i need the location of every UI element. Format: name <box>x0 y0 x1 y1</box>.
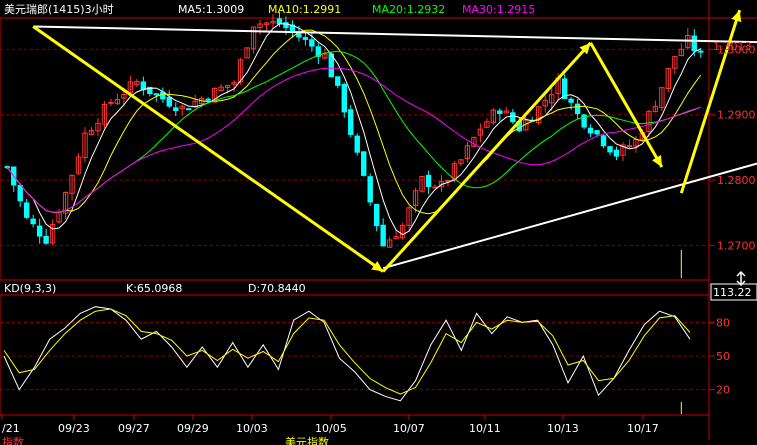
price-tick-label: 1.2800 <box>717 174 756 187</box>
candle-body <box>309 39 315 47</box>
kd-lines <box>3 306 691 414</box>
axis-readout-value: 113.22 <box>713 286 752 299</box>
x-axis-label: 10/13 <box>547 422 579 435</box>
candle-body <box>691 35 697 52</box>
ma30-label: MA30:1.2915 <box>462 3 535 16</box>
x-axis-label: 09/23 <box>58 422 90 435</box>
candle-body <box>153 93 160 96</box>
candle-body <box>361 151 367 176</box>
kd-axis-ticks: 20 50 80 <box>709 316 730 397</box>
candle-body <box>173 107 179 112</box>
price-tick-label: 1.2900 <box>717 109 756 122</box>
kd-k-value: K:65.0968 <box>126 282 182 295</box>
x-axis-label: 10/17 <box>627 422 659 435</box>
candle-body <box>600 135 607 147</box>
footer-dollar-index-label: 美元指数 <box>285 435 329 445</box>
kd-panel <box>0 294 710 416</box>
price-tick-label: 1.2700 <box>717 239 756 252</box>
x-axis-label: /21 <box>2 422 20 435</box>
candle-body <box>587 127 594 134</box>
wave-arrow-head-icon <box>371 261 384 272</box>
x-axis-label: 10/11 <box>469 422 501 435</box>
candle-body <box>341 84 347 113</box>
footer-index-label: 指数 <box>2 435 24 445</box>
crosshair-cursor-icon <box>736 270 746 287</box>
x-axis-labels: /21 09/23 09/27 09/29 10/03 10/05 10/07 10/11 10… <box>1 415 659 435</box>
candle-body <box>108 101 114 104</box>
candle-body <box>348 109 354 135</box>
kd-d-value: D:70.8440 <box>248 282 306 295</box>
candlestick-series <box>4 11 704 248</box>
price-tick-label: 1.3000 <box>717 43 756 56</box>
candle-body <box>607 146 613 153</box>
candle-body <box>613 149 620 157</box>
candle-body <box>425 174 432 188</box>
candle-body <box>574 103 581 115</box>
ma10-label: MA10:1.2991 <box>268 3 341 16</box>
ma5-label: MA5:1.3009 <box>178 3 244 16</box>
chart-canvas: 美元瑞郎(1415)3小时 MA5:1.3009 MA10:1.2991 MA2… <box>0 0 757 445</box>
candle-body <box>36 225 43 237</box>
kd-tick-label: 20 <box>716 384 730 397</box>
axis-readout: 113.22 <box>710 283 757 301</box>
candle-body <box>698 50 704 53</box>
resistance-trendline <box>33 25 757 44</box>
wave-arrow-head-icon <box>731 10 742 23</box>
candle-body <box>302 37 309 40</box>
x-axis-label: 10/07 <box>393 422 425 435</box>
symbol-title: 美元瑞郎(1415)3小时 <box>4 2 114 16</box>
trend-lines <box>32 9 757 278</box>
kd-title: KD(9,3,3) <box>4 282 56 295</box>
candle-body <box>380 224 386 247</box>
candle-body <box>23 202 30 218</box>
candle-body <box>166 96 172 107</box>
kd-tick-label: 50 <box>716 350 730 363</box>
candle-body <box>43 235 49 244</box>
candle-body <box>594 130 600 135</box>
ma20-label: MA20:1.2932 <box>372 3 445 16</box>
wave-arrow-line <box>589 42 664 168</box>
candle-body <box>367 176 373 203</box>
candle-body <box>497 110 503 114</box>
candle-body <box>186 108 192 111</box>
candle-body <box>354 135 360 153</box>
d-line <box>3 308 691 395</box>
ma30-line <box>6 67 701 213</box>
x-axis-label: 10/05 <box>315 422 347 435</box>
kd-tick-label: 80 <box>716 316 730 329</box>
candle-body <box>30 218 36 225</box>
candle-body <box>296 33 302 38</box>
x-axis-label: 09/27 <box>118 422 150 435</box>
price-axis-ticks: 1.2700 1.2800 1.2900 1.3000 <box>709 43 756 252</box>
x-axis-label: 10/03 <box>236 422 268 435</box>
candle-body <box>568 98 574 103</box>
candle-body <box>276 18 283 25</box>
candle-body <box>373 203 380 227</box>
candle-body <box>335 76 341 86</box>
candle-body <box>205 98 211 101</box>
x-axis-label: 09/29 <box>177 422 209 435</box>
candle-body <box>17 185 23 202</box>
candle-body <box>626 145 633 148</box>
candle-body <box>510 112 516 123</box>
price-panel <box>0 17 710 281</box>
candle-body <box>140 81 147 91</box>
